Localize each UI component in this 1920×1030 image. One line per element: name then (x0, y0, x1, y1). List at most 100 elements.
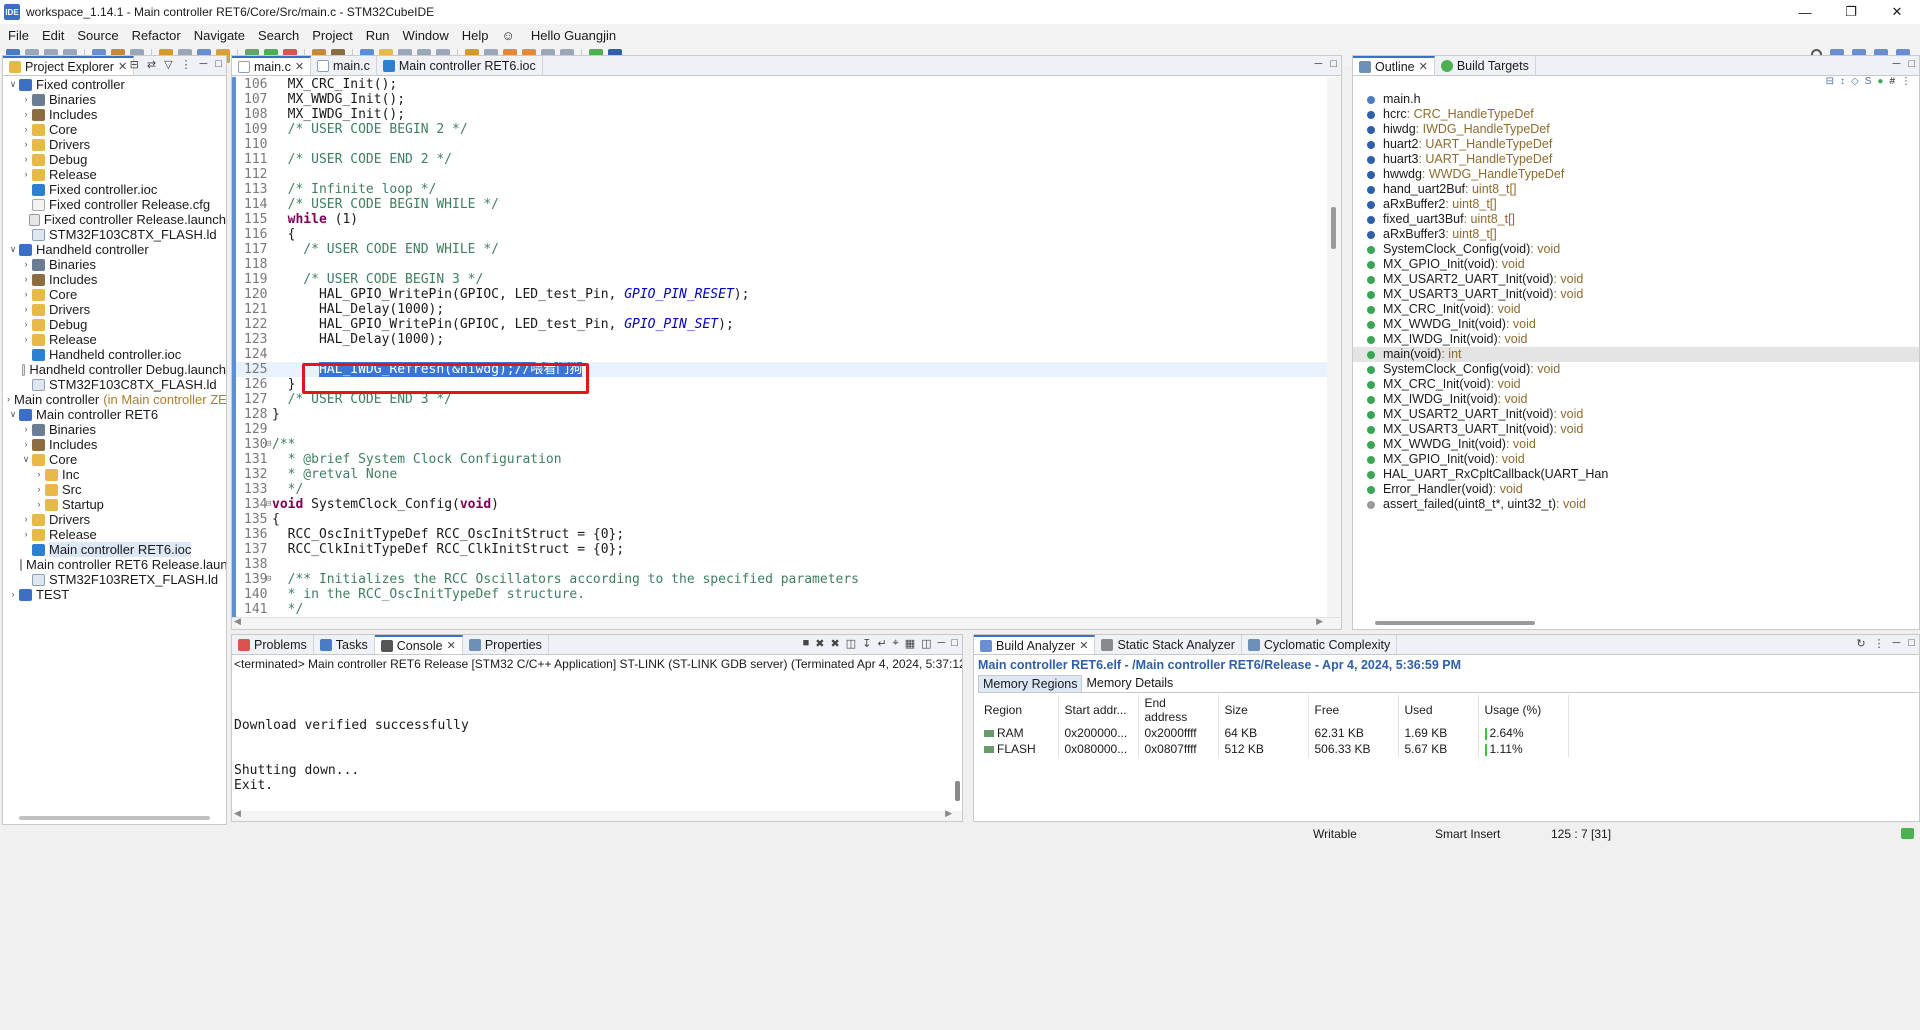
code-line[interactable]: 106 MX_CRC_Init(); (236, 77, 1327, 92)
tab-build-analyzer[interactable]: Build Analyzer ✕ (974, 635, 1096, 654)
collapsed-chevron-icon[interactable]: › (33, 467, 45, 482)
collapsed-chevron-icon[interactable]: › (20, 257, 32, 272)
code-line[interactable]: 112 (236, 167, 1327, 182)
remove-all-icon[interactable]: ✖ (830, 637, 839, 650)
outline-item[interactable]: MX_USART2_UART_Init(void) : void (1353, 407, 1919, 422)
expanded-chevron-icon[interactable]: ∨ (20, 452, 32, 467)
tree-item[interactable]: › Debug (3, 317, 226, 332)
tree-item[interactable]: Main controller RET6 Release.launch (3, 557, 226, 572)
collapsed-chevron-icon[interactable]: › (20, 422, 32, 437)
vertical-scrollbar-thumb[interactable] (955, 781, 960, 801)
view-menu-icon[interactable]: ⋮ (181, 58, 192, 71)
collapsed-chevron-icon[interactable]: › (20, 122, 32, 137)
close-tab-icon[interactable]: ✕ (1079, 639, 1088, 652)
maximize-view-icon[interactable]: □ (1908, 637, 1915, 650)
outline-item[interactable]: MX_USART3_UART_Init(void) : void (1353, 422, 1919, 437)
tab-properties[interactable]: Properties (463, 635, 549, 654)
tab-problems[interactable]: Problems (232, 635, 314, 654)
tab-main-c[interactable]: main.c ✕ (232, 56, 312, 75)
close-tab-icon[interactable]: ✕ (295, 60, 304, 73)
code-line[interactable]: 130 ⊟/** (236, 437, 1327, 452)
tab-console[interactable]: Console ✕ (374, 635, 463, 654)
expanded-chevron-icon[interactable]: ∨ (7, 77, 19, 92)
tree-item[interactable]: ∨ Fixed controller (3, 77, 226, 92)
collapsed-chevron-icon[interactable]: › (7, 587, 19, 602)
scroll-left-icon[interactable]: ◀ (234, 616, 241, 627)
word-wrap-icon[interactable]: ↵ (877, 637, 886, 650)
collapsed-chevron-icon[interactable]: › (20, 272, 32, 287)
outline-item[interactable]: main.h (1353, 92, 1919, 107)
code-line[interactable]: 139 ⊟ /** Initializes the RCC Oscillators… (236, 572, 1327, 587)
column-header[interactable]: Free (1308, 695, 1399, 725)
tree-item[interactable]: › Drivers (3, 137, 226, 152)
tree-item[interactable]: › Release (3, 167, 226, 182)
outline-item[interactable]: SystemClock_Config(void) : void (1353, 242, 1919, 257)
minimize-view-icon[interactable]: ─ (1893, 637, 1901, 650)
code-line[interactable]: 115 while (1) (236, 212, 1327, 227)
column-header[interactable]: Size (1218, 695, 1309, 725)
hide-fields-icon[interactable]: ◇ (1851, 76, 1859, 91)
hide-nonpublic-icon[interactable]: ● (1877, 76, 1883, 91)
code-line[interactable]: 111 /* USER CODE END 2 */ (236, 152, 1327, 167)
menu-window[interactable]: Window (399, 28, 458, 43)
minimize-view-icon[interactable]: ─ (938, 637, 946, 650)
tree-item[interactable]: › Release (3, 332, 226, 347)
menu-refactor[interactable]: Refactor (128, 28, 190, 43)
tree-item[interactable]: ∨ Main controller RET6 (3, 407, 226, 422)
column-header[interactable]: Start addr... (1058, 695, 1139, 725)
tree-item[interactable]: ∨ Handheld controller (3, 242, 226, 257)
code-line[interactable]: 135{ (236, 512, 1327, 527)
collapsed-chevron-icon[interactable]: › (20, 107, 32, 122)
close-tab-icon[interactable]: ✕ (447, 639, 456, 652)
scroll-right-icon[interactable]: ▶ (1316, 616, 1323, 627)
code-line[interactable]: 107 MX_WWDG_Init(); (236, 92, 1327, 107)
subtab-memory-regions[interactable]: Memory Regions (978, 675, 1083, 692)
menu-search[interactable]: Search (254, 28, 308, 43)
code-line[interactable]: 134 ⊟ void SystemClock_Config(void) (236, 497, 1327, 512)
code-line[interactable]: 118 (236, 257, 1327, 272)
minimize-icon[interactable]: — (1782, 0, 1828, 24)
vertical-scrollbar[interactable] (1327, 77, 1341, 617)
collapsed-chevron-icon[interactable]: › (20, 332, 32, 347)
code-line[interactable]: 137 RCC_ClkInitTypeDef RCC_ClkInitStruct… (236, 542, 1327, 557)
outline-item[interactable]: hwwdg : WWDG_HandleTypeDef (1353, 167, 1919, 182)
user-menu[interactable]: Hello Guangjin (527, 28, 625, 43)
code-line[interactable]: 127 /* USER CODE END 3 */ (236, 392, 1327, 407)
tab-outline[interactable]: Outline ✕ (1353, 56, 1435, 75)
scrollbar-thumb[interactable] (1331, 207, 1336, 249)
outline-item[interactable]: MX_WWDG_Init(void) : void (1353, 437, 1919, 452)
subtab-memory-details[interactable]: Memory Details (1082, 675, 1177, 692)
code-line[interactable]: 117 /* USER CODE END WHILE */ (236, 242, 1327, 257)
menu-edit[interactable]: Edit (38, 28, 73, 43)
column-header[interactable]: Region (978, 695, 1059, 725)
menu-navigate[interactable]: Navigate (190, 28, 254, 43)
code-line[interactable]: 121 HAL_Delay(1000); (236, 302, 1327, 317)
code-line[interactable]: 131 * @brief System Clock Configuration (236, 452, 1327, 467)
outline-item[interactable]: HAL_UART_RxCpltCallback(UART_Han (1353, 467, 1919, 482)
horizontal-scrollbar[interactable] (19, 816, 210, 820)
outline-item[interactable]: hiwdg : IWDG_HandleTypeDef (1353, 122, 1919, 137)
outline-item[interactable]: SystemClock_Config(void) : void (1353, 362, 1919, 377)
tree-item[interactable]: › Includes (3, 437, 226, 452)
collapsed-chevron-icon[interactable]: › (20, 287, 32, 302)
tree-item[interactable]: STM32F103RETX_FLASH.ld (3, 572, 226, 587)
stop-icon[interactable]: ■ (803, 637, 810, 650)
link-editor-icon[interactable]: ⇄ (147, 58, 156, 71)
code-line[interactable]: 129 (236, 422, 1327, 437)
notification-icon[interactable] (1901, 828, 1914, 839)
open-console-icon[interactable]: ◫ (921, 637, 931, 650)
tab-main-controller-ret6-ioc[interactable]: Main controller RET6.ioc (377, 56, 543, 75)
tree-item[interactable]: Fixed controller.ioc (3, 182, 226, 197)
code-line[interactable]: 122 HAL_GPIO_WritePin(GPIOC, LED_test_Pi… (236, 317, 1327, 332)
hide-static-icon[interactable]: S (1865, 76, 1872, 91)
collapsed-chevron-icon[interactable]: › (20, 152, 32, 167)
tree-item[interactable]: › Includes (3, 107, 226, 122)
outline-item[interactable]: MX_CRC_Init(void) : void (1353, 377, 1919, 392)
code-line[interactable]: 133 */ (236, 482, 1327, 497)
outline-item[interactable]: huart2 : UART_HandleTypeDef (1353, 137, 1919, 152)
outline-item[interactable]: assert_failed(uint8_t*, uint32_t) : void (1353, 497, 1919, 512)
collapsed-chevron-icon[interactable]: › (20, 437, 32, 452)
menu-project[interactable]: Project (308, 28, 361, 43)
menu-run[interactable]: Run (362, 28, 399, 43)
tree-item[interactable]: › Startup (3, 497, 226, 512)
